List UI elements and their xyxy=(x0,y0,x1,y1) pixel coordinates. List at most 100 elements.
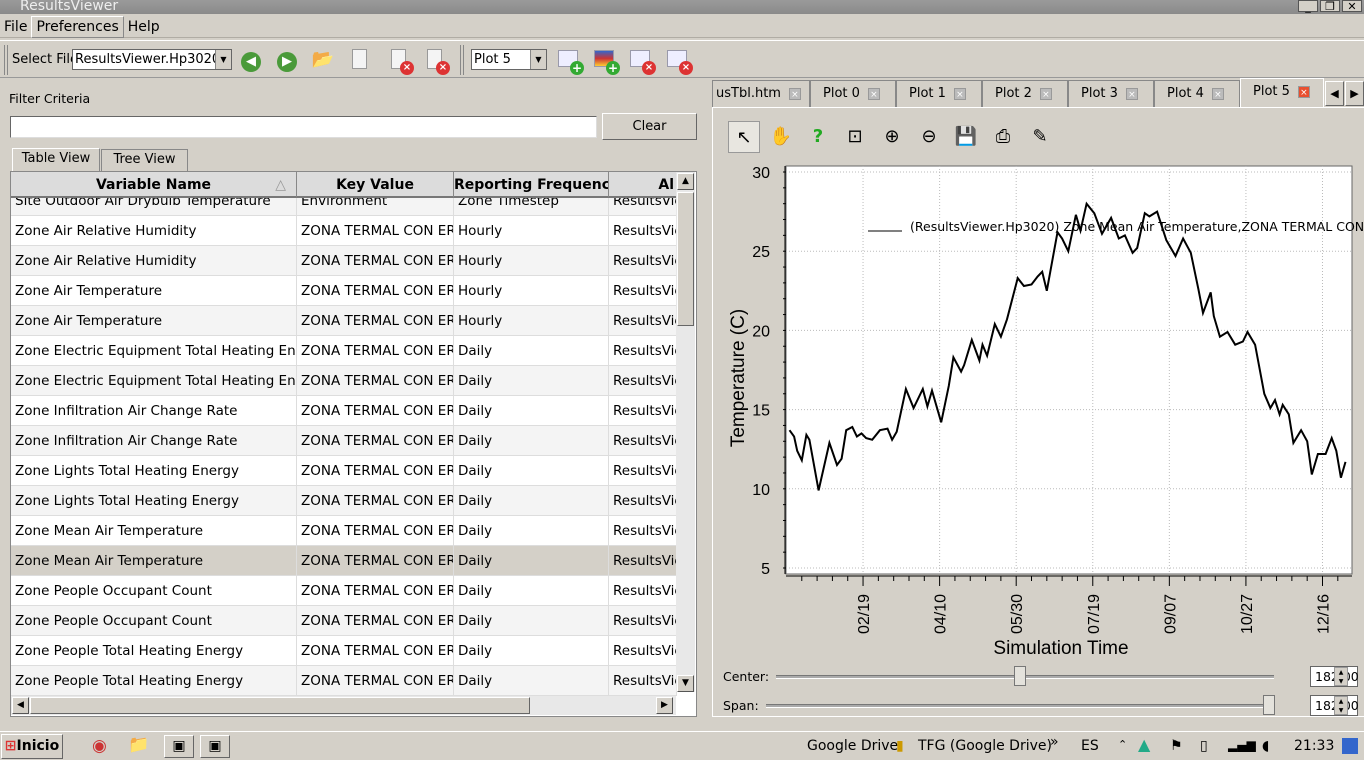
plot-tab[interactable]: Plot 3 × xyxy=(1068,80,1154,107)
document-icon[interactable] xyxy=(347,47,373,73)
column-header-alias[interactable]: Al xyxy=(609,172,677,198)
center-spinner-icon[interactable]: ▲ ▼ xyxy=(1334,667,1348,686)
chrome-icon[interactable]: ◉ xyxy=(92,736,107,756)
zoom-box-icon[interactable]: ⊡ xyxy=(839,121,871,153)
clock[interactable]: 21:33 xyxy=(1294,738,1334,754)
close-tab-icon[interactable]: × xyxy=(1297,85,1310,98)
taskbar-google-drive[interactable]: Google Drive xyxy=(807,738,898,754)
plot-select[interactable]: Plot 5 ▼ xyxy=(471,49,547,70)
taskbar-tfg-folder[interactable]: TFG (Google Drive) xyxy=(918,738,1052,754)
clear-button[interactable]: Clear xyxy=(602,113,697,140)
table-row[interactable]: Zone Mean Air Temperature ZONA TERMAL CON… xyxy=(11,546,677,576)
action-center-flag-icon[interactable]: ⚑ xyxy=(1170,738,1183,754)
table-row[interactable]: Zone Lights Total Heating Energy ZONA TER… xyxy=(11,486,677,516)
close-all-files-icon[interactable]: × xyxy=(422,47,450,75)
horizontal-scroll-thumb[interactable] xyxy=(30,697,530,714)
horizontal-scrollbar[interactable]: ◀ ▶ xyxy=(11,696,676,715)
print-icon[interactable]: ⎙ xyxy=(987,121,1019,153)
close-tab-icon[interactable]: × xyxy=(1039,87,1052,100)
tabs-scroll-right-icon[interactable]: ▶ xyxy=(1345,81,1364,106)
table-row[interactable]: Zone People Total Heating Energy ZONA TER… xyxy=(11,666,677,696)
start-button[interactable]: ⊞Inicio xyxy=(1,734,63,759)
column-header-key-value[interactable]: Key Value xyxy=(297,172,454,198)
temperature-chart[interactable]: 5 10 15 20 25 30 02/19 04/10 05/30 07/19 09/07 10/2… xyxy=(720,160,1364,660)
google-drive-icon[interactable]: ▲ xyxy=(1138,735,1150,754)
menu-file[interactable]: File xyxy=(0,17,31,37)
table-row[interactable]: Zone Air Relative Humidity ZONA TERMAL CO… xyxy=(11,216,677,246)
file-select[interactable]: ResultsViewer.Hp3020 ▼ xyxy=(72,49,232,70)
back-arrow-icon[interactable]: ◀ xyxy=(238,47,264,73)
app-icon-2[interactable]: ▣ xyxy=(200,735,230,758)
tab-tree-view[interactable]: Tree View xyxy=(101,149,188,171)
toolbar-grip-2[interactable] xyxy=(460,45,464,75)
add-plot-icon[interactable]: + xyxy=(556,47,584,75)
maximize-button[interactable]: ❐ xyxy=(1320,0,1340,12)
table-row[interactable]: Zone Air Temperature ZONA TERMAL CON ERV H… xyxy=(11,306,677,336)
edit-icon[interactable]: ✎ xyxy=(1024,121,1056,153)
table-row[interactable]: Zone Lights Total Heating Energy ZONA TER… xyxy=(11,456,677,486)
span-spinner-icon[interactable]: ▲ ▼ xyxy=(1334,696,1348,715)
tabs-scroll-left-icon[interactable]: ◀ xyxy=(1325,81,1344,106)
show-hidden-icons-icon[interactable]: ⌃ xyxy=(1118,738,1127,751)
menu-preferences[interactable]: Preferences xyxy=(31,16,124,38)
power-icon[interactable]: ▯ xyxy=(1200,738,1208,754)
explorer-icon[interactable]: 📁 xyxy=(128,735,149,755)
app-icon-1[interactable]: ▣ xyxy=(164,735,194,758)
table-row[interactable]: Zone People Total Heating Energy ZONA TER… xyxy=(11,636,677,666)
vertical-scrollbar[interactable]: ▲ ▼ xyxy=(676,172,695,692)
tab-table-view[interactable]: Table View xyxy=(12,148,100,172)
table-row[interactable]: Zone People Occupant Count ZONA TERMAL CO… xyxy=(11,576,677,606)
close-button[interactable]: ✕ xyxy=(1342,0,1362,12)
zoom-in-icon[interactable]: ⊕ xyxy=(876,121,908,153)
remove-plot-icon[interactable]: × xyxy=(628,47,656,75)
add-color-plot-icon[interactable]: + xyxy=(592,47,620,75)
close-tab-icon[interactable]: × xyxy=(867,87,880,100)
filter-input[interactable] xyxy=(10,116,597,138)
plot-tab[interactable]: Plot 5 × xyxy=(1240,78,1324,108)
help-icon[interactable]: ? xyxy=(802,121,834,153)
zoom-out-icon[interactable]: ⊖ xyxy=(913,121,945,153)
forward-arrow-icon[interactable]: ▶ xyxy=(274,47,300,73)
table-row[interactable]: Zone People Occupant Count ZONA TERMAL CO… xyxy=(11,606,677,636)
plot-tab[interactable]: Plot 0 × xyxy=(810,80,896,107)
table-row[interactable]: Zone Mean Air Temperature ZONA TERMAL CON… xyxy=(11,516,677,546)
table-row[interactable]: Zone Electric Equipment Total Heating En… xyxy=(11,336,677,366)
center-slider-thumb[interactable] xyxy=(1014,666,1027,686)
remove-all-plots-icon[interactable]: × xyxy=(665,47,693,75)
network-icon[interactable]: ▂▄▆ xyxy=(1228,738,1256,752)
table-row[interactable]: Zone Air Temperature ZONA TERMAL CON ERV H… xyxy=(11,276,677,306)
plot-tab[interactable]: Plot 4 × xyxy=(1154,80,1240,107)
overflow-chevron-icon[interactable]: » xyxy=(1050,734,1059,750)
close-tab-icon[interactable]: × xyxy=(1125,87,1138,100)
close-tab-icon[interactable]: × xyxy=(953,87,966,100)
menu-help[interactable]: Help xyxy=(124,17,164,37)
table-row[interactable]: Zone Infiltration Air Change Rate ZONA TE… xyxy=(11,396,677,426)
open-folder-icon[interactable]: 📂 xyxy=(310,47,336,73)
close-tab-icon[interactable]: × xyxy=(788,87,801,100)
scroll-up-icon[interactable]: ▲ xyxy=(677,173,694,190)
span-slider[interactable] xyxy=(766,704,1272,708)
scroll-right-icon[interactable]: ▶ xyxy=(656,697,673,714)
show-desktop-icon[interactable] xyxy=(1342,738,1358,754)
select-icon[interactable]: ↖ xyxy=(728,121,760,153)
column-header-reporting-frequency[interactable]: Reporting Frequency xyxy=(454,172,609,198)
plot-tab[interactable]: Plot 1 × xyxy=(896,80,982,107)
column-header-variable-name[interactable]: Variable Name △ xyxy=(11,172,297,198)
table-row[interactable]: Zone Electric Equipment Total Heating En… xyxy=(11,366,677,396)
close-file-icon[interactable]: × xyxy=(386,47,414,75)
toolbar-grip[interactable] xyxy=(4,45,8,75)
pan-icon[interactable]: ✋ xyxy=(765,121,797,153)
close-tab-icon[interactable]: × xyxy=(1211,87,1224,100)
span-slider-thumb[interactable] xyxy=(1263,695,1275,715)
table-row[interactable]: Zone Air Relative Humidity ZONA TERMAL CO… xyxy=(11,246,677,276)
table-row[interactable]: Zone Infiltration Air Change Rate ZONA TE… xyxy=(11,426,677,456)
language-indicator[interactable]: ES xyxy=(1081,738,1099,754)
minimize-button[interactable]: _ xyxy=(1298,0,1318,12)
vertical-scroll-thumb[interactable] xyxy=(677,192,694,326)
plot-tab[interactable]: usTbl.htm × xyxy=(712,80,810,107)
save-icon[interactable]: 💾 xyxy=(950,121,982,153)
scroll-down-icon[interactable]: ▼ xyxy=(677,675,694,692)
scroll-left-icon[interactable]: ◀ xyxy=(12,697,29,714)
volume-icon[interactable]: ◖ xyxy=(1262,738,1269,754)
plot-tab[interactable]: Plot 2 × xyxy=(982,80,1068,107)
